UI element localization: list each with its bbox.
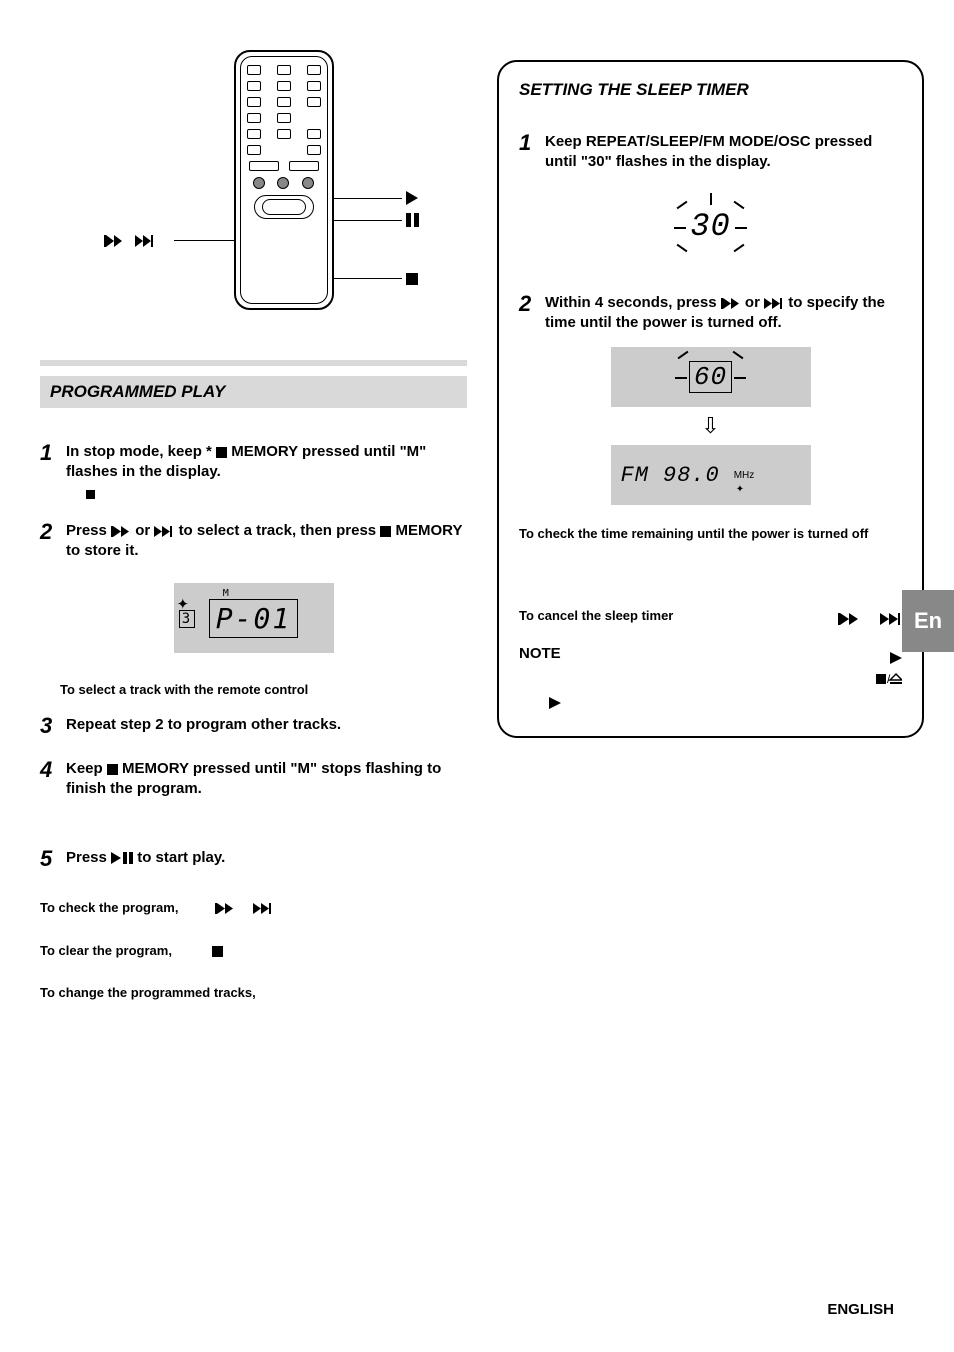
step-text: Press to start play. (66, 844, 225, 874)
sleep-step-2: 2 Within 4 seconds, press or to specify … (519, 289, 902, 334)
callout-pause-icon (406, 212, 420, 228)
note-play-icon (549, 694, 902, 712)
next-icon (880, 613, 902, 625)
step-number: 1 (519, 128, 545, 173)
stop-icon (380, 526, 391, 537)
sleep-timer-panel: SETTING THE SLEEP TIMER 1 Keep REPEAT/SL… (497, 60, 924, 738)
text-fragment: Within 4 seconds, press (545, 294, 721, 311)
step-number: 5 (40, 844, 66, 874)
step-text: Keep MEMORY pressed until "M" stops flas… (66, 755, 467, 800)
divider-strip (40, 360, 467, 366)
prev-icon (111, 526, 131, 537)
section-title-programmed-play: PROGRAMMED PLAY (40, 376, 467, 408)
play-pause-icon (111, 852, 133, 864)
prev-icon (215, 903, 235, 914)
play-icon (549, 697, 561, 709)
stop-eject-icon: / (876, 672, 902, 684)
remote-illustration (104, 40, 404, 320)
check-remaining-text: To check the time remaining until the po… (519, 525, 902, 543)
next-icon (253, 903, 273, 914)
text-fragment: to select a track, then press (179, 522, 381, 539)
step-number: 2 (40, 517, 66, 562)
panel-title: SETTING THE SLEEP TIMER (519, 80, 902, 100)
footer-language: ENGLISH (827, 1301, 894, 1318)
text-fragment: To check the program, (40, 900, 178, 915)
step-text: Repeat step 2 to program other tracks. (66, 711, 341, 741)
next-icon (154, 526, 174, 537)
step-number: 1 (40, 438, 66, 503)
callout-stop-icon (406, 270, 418, 286)
lcd-display-p01: ✦ 3 M P-01 (174, 583, 334, 653)
change-program-row: To change the programmed tracks, (40, 984, 467, 1002)
text-fragment: Press (66, 522, 111, 539)
sleep-step-1: 1 Keep REPEAT/SLEEP/FM MODE/OSC pressed … (519, 128, 902, 173)
clear-program-row: To clear the program, (40, 942, 467, 960)
prev-icon (838, 613, 860, 625)
text-fragment: MEMORY pressed until "M" stops flashing … (66, 760, 441, 797)
left-column: PROGRAMMED PLAY 1 In stop mode, keep * M… (40, 40, 487, 1322)
step-4: 4 Keep MEMORY pressed until "M" stops fl… (40, 755, 467, 800)
text-fragment: Keep (66, 760, 107, 777)
callout-play-icon (406, 190, 420, 206)
right-column: SETTING THE SLEEP TIMER 1 Keep REPEAT/SL… (487, 40, 924, 1322)
lcd-fm: FM (621, 463, 649, 488)
step-1: 1 In stop mode, keep * MEMORY pressed un… (40, 438, 467, 503)
note-icons-row-2: / (519, 672, 902, 684)
step-3: 3 Repeat step 2 to program other tracks. (40, 711, 467, 741)
text-fragment: To cancel the sleep timer (519, 607, 673, 625)
step-number: 4 (40, 755, 66, 800)
stop-icon-small (86, 490, 95, 499)
stop-icon (216, 447, 227, 458)
text-fragment: or (135, 522, 154, 539)
text-fragment: to start play. (137, 849, 225, 866)
step-number: 2 (519, 289, 545, 334)
step-text: In stop mode, keep * MEMORY pressed unti… (66, 438, 467, 503)
cancel-timer-row: To cancel the sleep timer (519, 607, 902, 625)
next-icon (764, 298, 784, 309)
step-text: Keep REPEAT/SLEEP/FM MODE/OSC pressed un… (545, 128, 902, 173)
step-5: 5 Press to start play. (40, 844, 467, 874)
step-2: 2 Press or to select a track, then press… (40, 517, 467, 562)
lcd-freq: 98.0 (663, 463, 720, 488)
stop-icon (107, 764, 118, 775)
callout-skip-icons (104, 232, 156, 248)
text-fragment: Press (66, 849, 111, 866)
down-arrow-icon: ⇩ (596, 413, 826, 439)
stop-icon (212, 946, 223, 957)
step-number: 3 (40, 711, 66, 741)
language-side-tab: En (902, 590, 954, 652)
text-fragment: In stop mode, keep * (66, 443, 216, 460)
lcd-60: 60 (689, 361, 732, 393)
lcd-text: P-01 (209, 599, 298, 638)
step-text: Within 4 seconds, press or to specify th… (545, 289, 902, 334)
play-icon (890, 652, 902, 664)
sub-text-remote: To select a track with the remote contro… (60, 681, 467, 699)
text-fragment: To clear the program, (40, 943, 172, 958)
prev-icon (721, 298, 741, 309)
check-program-row: To check the program, (40, 899, 467, 917)
lcd-display-combo: 60 ⇩ FM 98.0 MHz ✦ (596, 347, 826, 505)
lcd-display-30: 30 (621, 187, 801, 267)
note-icons-row-1 (519, 652, 902, 664)
text-fragment: or (745, 294, 764, 311)
step-text: Press or to select a track, then press M… (66, 517, 467, 562)
